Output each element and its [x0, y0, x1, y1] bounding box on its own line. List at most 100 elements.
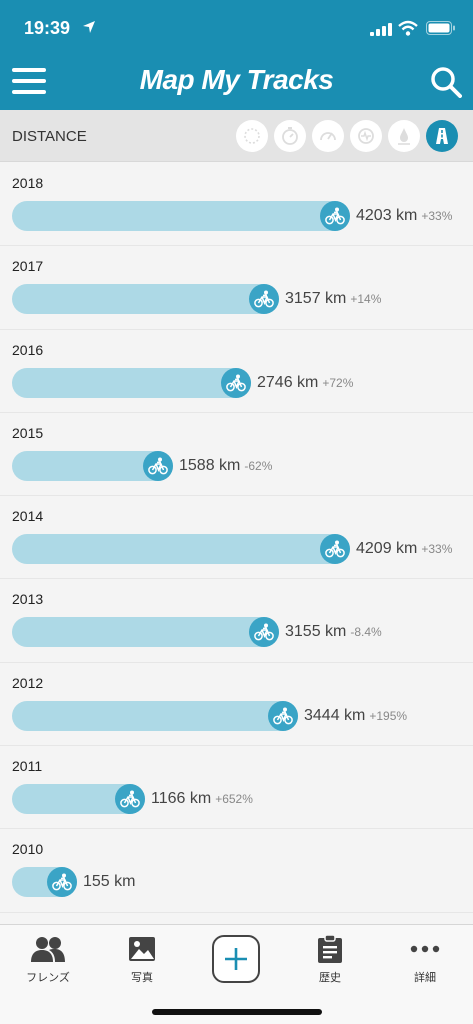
distance-value: 3444 km +195%: [304, 707, 407, 725]
speed-icon[interactable]: [312, 120, 344, 152]
add-activity-button[interactable]: [212, 935, 260, 983]
bicycle-badge: [221, 367, 251, 398]
search-icon[interactable]: [430, 66, 462, 98]
metric-filter-bar: DISTANCE: [0, 110, 473, 162]
distance-bar-fill: [12, 617, 279, 648]
change-percent: +33%: [421, 542, 453, 557]
bicycle-icon: [226, 374, 246, 391]
change-percent: +14%: [350, 292, 382, 307]
distance-value: 155 km: [83, 873, 139, 891]
distance-text: 3444 km: [304, 706, 366, 724]
distance-bar-fill: [12, 367, 251, 398]
distance-bar-fill: [12, 201, 350, 231]
year-label: 2016: [12, 341, 44, 358]
status-time: 19:39: [24, 18, 71, 38]
tab-label: 歴史: [319, 972, 341, 984]
distance-value: 1588 km -62%: [179, 457, 272, 475]
stopwatch-icon[interactable]: [274, 120, 306, 152]
bicycle-icon: [254, 290, 274, 308]
year-label: 2011: [12, 758, 43, 775]
year-row[interactable]: 2011 1166 km +652%: [0, 746, 473, 830]
distance-bar: [12, 784, 145, 815]
location-arrow-icon: [83, 21, 95, 33]
change-percent: +195%: [369, 708, 408, 723]
year-label: 2014: [12, 508, 44, 525]
year-row[interactable]: 2012 3444 km +195%: [0, 663, 473, 747]
year-label: 2010: [12, 841, 44, 858]
battery-icon: [426, 21, 455, 35]
heart-rate-icon[interactable]: [350, 120, 382, 152]
add-icon: [225, 948, 247, 970]
distance-bar: [12, 450, 173, 481]
year-row[interactable]: 2018 4203 km +33%: [0, 163, 473, 247]
tab-more[interactable]: 詳細: [385, 933, 465, 985]
distance-value: 2746 km +72%: [257, 374, 353, 392]
bicycle-badge: [268, 700, 298, 731]
distance-text: 155 km: [83, 873, 136, 891]
bicycle-badge: [320, 201, 350, 231]
wifi-icon: [398, 20, 418, 36]
year-row[interactable]: 2013 3155 km -8.4%: [0, 579, 473, 663]
bicycle-badge: [249, 284, 279, 315]
tab-history[interactable]: 歴史: [290, 933, 370, 985]
year-row[interactable]: 2015 1588 km -62%: [0, 413, 473, 497]
change-percent: -8.4%: [350, 625, 382, 640]
year-row[interactable]: 2014 4209 km +33%: [0, 496, 473, 580]
year-label: 2013: [12, 591, 44, 608]
distance-text: 2746 km: [257, 373, 319, 391]
year-row[interactable]: 2017 3157 km +14%: [0, 246, 473, 330]
distance-bar: [12, 534, 350, 565]
metric-label: DISTANCE: [12, 128, 87, 145]
bicycle-icon: [273, 707, 293, 725]
change-percent: +652%: [215, 792, 253, 807]
tab-label: フレンズ: [26, 972, 70, 984]
tab-bar: フレンズ 写真 歴史 詳細: [0, 924, 473, 1024]
distance-bar: [12, 367, 251, 398]
bicycle-icon: [148, 457, 168, 475]
bicycle-badge: [47, 867, 77, 898]
tab-friends[interactable]: フレンズ: [8, 933, 88, 985]
home-indicator: [152, 1009, 322, 1015]
bicycle-badge: [249, 617, 279, 648]
year-row[interactable]: 2016 2746 km +72%: [0, 330, 473, 413]
year-label: 2015: [12, 424, 44, 441]
cellular-signal-icon: [370, 23, 392, 36]
change-percent: -62%: [244, 458, 273, 473]
distance-text: 4203 km: [356, 207, 418, 224]
year-label: 2017: [12, 258, 44, 275]
distance-value: 4203 km +33%: [356, 207, 452, 225]
distance-bar: [12, 617, 279, 648]
distance-text: 4209 km: [356, 540, 418, 558]
bicycle-badge: [320, 534, 350, 565]
distance-text: 1588 km: [179, 456, 241, 474]
distance-text: 3155 km: [285, 623, 347, 641]
distance-bar: [12, 700, 298, 731]
distance-text: 3157 km: [285, 290, 347, 308]
distance-value: 1166 km +652%: [151, 790, 253, 808]
distance-icon[interactable]: [426, 120, 458, 152]
calendar-icon[interactable]: [236, 120, 268, 152]
app-title: Map My Tracks: [139, 64, 334, 95]
distance-text: 1166 km: [151, 790, 212, 808]
year-label: 2018: [12, 175, 44, 191]
distance-value: 3155 km -8.4%: [285, 623, 382, 641]
change-percent: +33%: [421, 209, 453, 223]
distance-bar: [12, 867, 77, 898]
tab-label: 詳細: [414, 972, 436, 984]
distance-bar: [12, 284, 279, 315]
distance-bar-fill: [12, 534, 350, 565]
year-row[interactable]: 2010 155 km: [0, 829, 473, 913]
tab-photos[interactable]: 写真: [102, 933, 182, 985]
bicycle-icon: [52, 873, 72, 891]
elevation-icon[interactable]: [388, 120, 420, 152]
bicycle-icon: [254, 623, 274, 641]
tab-label: 写真: [131, 972, 153, 984]
bicycle-badge: [143, 450, 173, 481]
more-icon: [410, 945, 440, 953]
history-icon: [318, 934, 342, 963]
distance-bar-fill: [12, 284, 279, 315]
year-label: 2012: [12, 674, 44, 691]
distance-value: 4209 km +33%: [356, 540, 452, 558]
bicycle-icon: [120, 790, 140, 808]
yearly-distance-list: 2018 4203 km +33% 2017 3157 km +14% 2016 2746 k…: [0, 163, 473, 913]
